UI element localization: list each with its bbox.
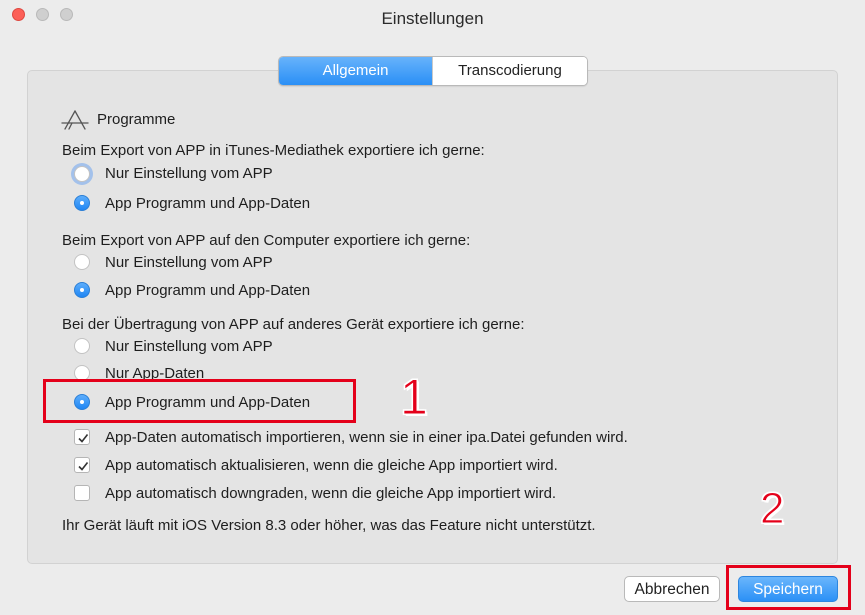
radio-device-settings-only[interactable] [74, 338, 90, 354]
radio-label: Nur Einstellung vom APP [105, 165, 273, 182]
group-heading-device: Bei der Übertragung von APP auf anderes … [62, 316, 525, 333]
checkbox-auto-downgrade[interactable] [74, 485, 90, 501]
title-bar: Einstellungen [0, 0, 865, 38]
window-title: Einstellungen [381, 9, 484, 28]
radio-label: App Programm und App-Daten [105, 282, 311, 299]
ios-version-note: Ihr Gerät läuft mit iOS Version 8.3 oder… [62, 517, 596, 534]
annotation-highlight-1 [43, 379, 356, 423]
checkbox-label: App automatisch downgraden, wenn die gle… [105, 485, 557, 502]
tab-transcodierung[interactable]: Transcodierung [432, 57, 587, 85]
tab-bar: Allgemein Transcodierung [278, 56, 588, 86]
group-heading-itunes: Beim Export von APP in iTunes-Mediathek … [62, 142, 485, 159]
checkbox-label: App automatisch aktualisieren, wenn die … [105, 457, 558, 474]
annotation-step-2: 2 [759, 484, 785, 533]
checkmark-icon [78, 462, 89, 471]
radio-label: Nur Einstellung vom APP [105, 338, 273, 355]
radio-computer-settings-only[interactable] [74, 254, 90, 270]
radio-itunes-settings-only[interactable] [74, 166, 90, 182]
radio-label: Nur Einstellung vom APP [105, 254, 273, 271]
annotation-step-1: 1 [400, 369, 429, 425]
radio-computer-app-and-data[interactable] [74, 282, 90, 298]
section-title: Programme [97, 111, 176, 128]
app-store-icon [60, 108, 90, 137]
checkbox-auto-import[interactable] [74, 429, 90, 445]
radio-label: App Programm und App-Daten [105, 195, 311, 212]
checkmark-icon [78, 434, 89, 443]
checkbox-auto-update[interactable] [74, 457, 90, 473]
checkbox-label: App-Daten automatisch importieren, wenn … [105, 429, 628, 446]
tab-allgemein[interactable]: Allgemein [279, 57, 432, 85]
radio-itunes-app-and-data[interactable] [74, 195, 90, 211]
annotation-highlight-2 [726, 565, 851, 610]
cancel-button[interactable]: Abbrechen [624, 576, 720, 602]
group-heading-computer: Beim Export von APP auf den Computer exp… [62, 232, 471, 249]
